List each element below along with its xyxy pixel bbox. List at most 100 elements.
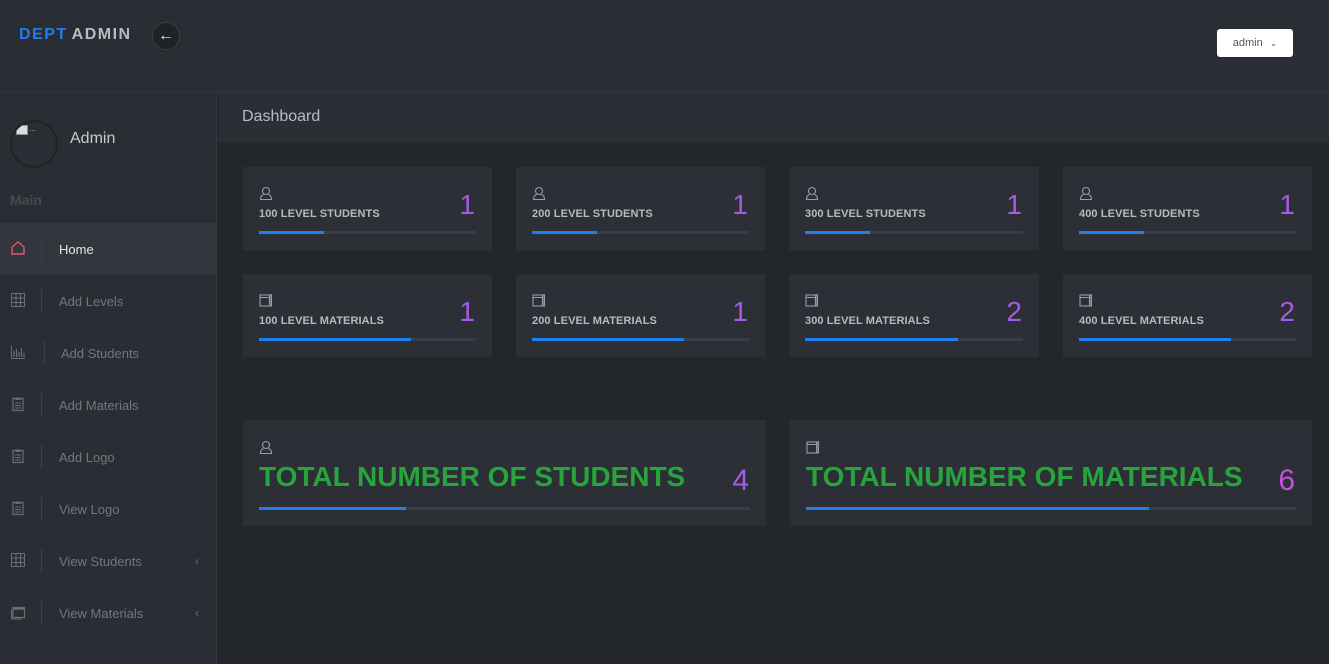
progress-bar-fill	[1079, 231, 1145, 234]
nav-separator	[44, 341, 45, 365]
book-icon	[805, 293, 819, 310]
home-icon	[10, 240, 26, 259]
stat-card-400-level-materials[interactable]: 400 LEVEL MATERIALS 2	[1063, 274, 1312, 357]
stat-label: 400 LEVEL MATERIALS	[1079, 315, 1204, 327]
progress-bar-fill	[259, 507, 407, 510]
sidebar-item-view-logo[interactable]: View Logo	[0, 483, 217, 535]
stat-card-200-level-students[interactable]: 200 LEVEL STUDENTS 1	[516, 167, 765, 250]
brand-part-2: ADMIN	[71, 26, 132, 43]
sidebar: ... Admin Main Home Add Levels Add Stude…	[0, 92, 217, 664]
stat-value: 1	[459, 296, 475, 327]
sidebar-toggle-button[interactable]: ←	[152, 22, 180, 50]
brand-logo[interactable]: DEPT ADMIN	[19, 26, 132, 44]
sidebar-item-label: Add Students	[61, 345, 140, 361]
stat-label: 300 LEVEL STUDENTS	[805, 208, 926, 220]
progress-bar	[259, 338, 476, 341]
stat-card-100-level-students[interactable]: 100 LEVEL STUDENTS 1	[243, 167, 492, 250]
top-bar: DEPT ADMIN ← admin ⌄	[0, 0, 1329, 92]
user-menu-label: admin	[1232, 37, 1263, 49]
page-title: Dashboard	[242, 108, 321, 125]
total-label: TOTAL NUMBER OF STUDENTS	[259, 461, 686, 492]
stat-label: 200 LEVEL STUDENTS	[532, 208, 653, 220]
progress-bar-fill	[532, 231, 598, 234]
user-icon	[1079, 186, 1093, 203]
stat-label: 300 LEVEL MATERIALS	[805, 315, 930, 327]
progress-bar	[259, 507, 750, 510]
stat-value: 1	[1006, 189, 1022, 220]
total-materials-card[interactable]: TOTAL NUMBER OF MATERIALS 6	[790, 420, 1312, 526]
nav-separator	[41, 601, 42, 625]
sidebar-item-add-students[interactable]: Add Students	[0, 327, 217, 379]
progress-bar	[259, 231, 476, 234]
nav-separator	[41, 549, 42, 573]
clipboard-icon	[10, 448, 26, 467]
total-label: TOTAL NUMBER OF MATERIALS	[806, 461, 1243, 492]
progress-bar-fill	[532, 338, 684, 341]
sidebar-item-label: View Students	[59, 553, 142, 569]
stat-label: 100 LEVEL STUDENTS	[259, 208, 380, 220]
nav-separator	[41, 237, 42, 261]
avatar[interactable]: ...	[10, 120, 58, 168]
total-value: 4	[732, 464, 749, 497]
progress-bar	[1079, 338, 1296, 341]
stat-label: 200 LEVEL MATERIALS	[532, 315, 657, 327]
progress-bar-fill	[259, 231, 325, 234]
stat-card-400-level-students[interactable]: 400 LEVEL STUDENTS 1	[1063, 167, 1312, 250]
chevron-left-icon: ‹	[195, 606, 199, 620]
sidebar-item-label: Add Levels	[59, 293, 124, 309]
section-label-main: Main	[10, 192, 42, 208]
stat-card-300-level-students[interactable]: 300 LEVEL STUDENTS 1	[789, 167, 1039, 250]
sidebar-item-label: View Logo	[59, 501, 120, 517]
book-icon	[1079, 293, 1093, 310]
stat-card-200-level-materials[interactable]: 200 LEVEL MATERIALS 1	[516, 274, 765, 357]
user-icon	[259, 440, 273, 457]
sidebar-item-view-materials[interactable]: View Materials ‹	[0, 587, 217, 639]
book-icon	[806, 440, 820, 457]
sidebar-item-home[interactable]: Home	[0, 223, 217, 275]
progress-bar-fill	[806, 507, 1149, 510]
sidebar-item-add-levels[interactable]: Add Levels	[0, 275, 217, 327]
nav-separator	[41, 393, 42, 417]
stat-value: 1	[459, 189, 475, 220]
stat-value: 1	[732, 296, 748, 327]
clipboard-icon	[10, 500, 26, 519]
page-header: Dashboard	[218, 92, 1329, 142]
chevron-left-icon: ‹	[195, 554, 199, 568]
sidebar-item-view-students[interactable]: View Students ‹	[0, 535, 217, 587]
total-students-card[interactable]: TOTAL NUMBER OF STUDENTS 4	[243, 420, 766, 526]
brand-part-1: DEPT	[19, 26, 68, 43]
nav-separator	[41, 445, 42, 469]
clipboard-icon	[10, 396, 26, 415]
progress-bar	[532, 231, 749, 234]
user-icon	[805, 186, 819, 203]
sidebar-item-add-materials[interactable]: Add Materials	[0, 379, 217, 431]
progress-bar-fill	[805, 338, 958, 341]
user-icon	[532, 186, 546, 203]
grid-icon	[10, 292, 26, 311]
stat-card-100-level-materials[interactable]: 100 LEVEL MATERIALS 1	[243, 274, 492, 357]
stat-card-300-level-materials[interactable]: 300 LEVEL MATERIALS 2	[789, 274, 1039, 357]
sidebar-item-add-logo[interactable]: Add Logo	[0, 431, 217, 483]
nav-separator	[41, 289, 42, 313]
user-menu-dropdown[interactable]: admin ⌄	[1217, 29, 1293, 57]
user-icon	[259, 186, 273, 203]
sidebar-item-label: Add Logo	[59, 449, 115, 465]
stat-label: 400 LEVEL STUDENTS	[1079, 208, 1200, 220]
book-icon	[532, 293, 546, 310]
sidebar-nav: Home Add Levels Add Students Add Materia…	[0, 223, 217, 639]
sidebar-item-label: View Materials	[59, 605, 144, 621]
progress-bar	[806, 507, 1296, 510]
progress-bar-fill	[259, 338, 411, 341]
progress-bar-fill	[1079, 338, 1231, 341]
stat-value: 2	[1279, 296, 1295, 327]
stat-value: 1	[732, 189, 748, 220]
book-icon	[259, 293, 273, 310]
arrow-left-icon: ←	[158, 27, 174, 44]
bar-chart-icon	[10, 344, 26, 363]
total-value: 6	[1278, 464, 1295, 497]
sidebar-item-label: Home	[59, 241, 94, 257]
progress-bar	[532, 338, 749, 341]
stat-value: 2	[1006, 296, 1022, 327]
progress-bar	[805, 338, 1023, 341]
sidebar-item-label: Add Materials	[59, 397, 139, 413]
